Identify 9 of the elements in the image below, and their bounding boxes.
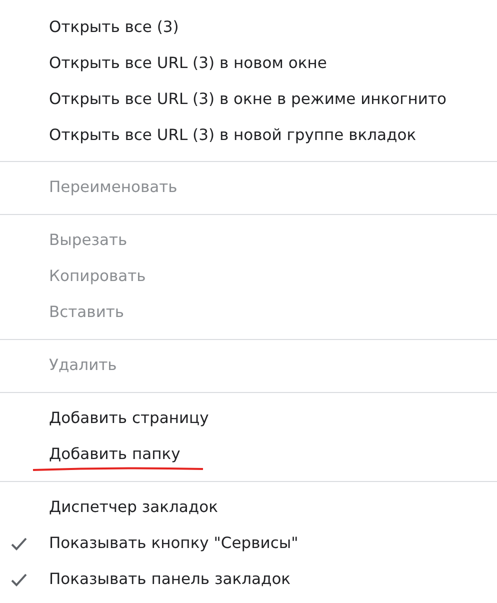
menu-item[interactable]: Показывать кнопку "Сервисы" [49,532,298,556]
menu-item[interactable]: Открыть все (3) [49,16,179,40]
menu-item[interactable]: Открыть все URL (3) в новом окне [49,52,327,76]
menu-item[interactable]: Открыть все URL (3) в новой группе вкладок [49,124,416,148]
menu-item[interactable]: Диспетчер закладок [49,496,218,520]
menu-item[interactable]: Показывать панель закладок [49,568,291,592]
menu-item[interactable]: Открыть все URL (3) в окне в режиме инкогнито [49,88,446,112]
menu-item[interactable]: Добавить папку [49,443,180,467]
menu-item[interactable]: Добавить страницу [49,407,209,431]
